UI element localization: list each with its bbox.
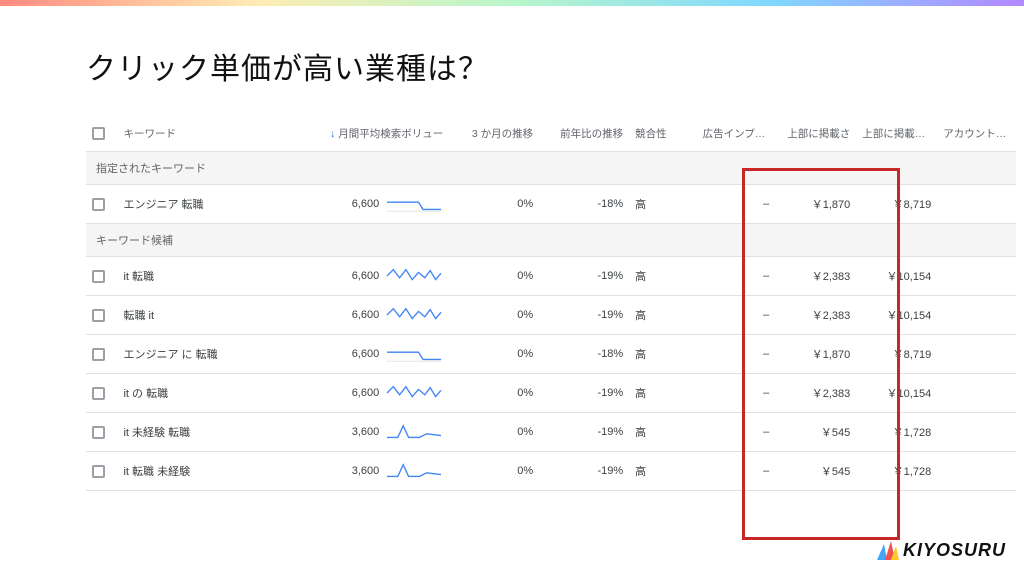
brand-text: KIYOSURU bbox=[903, 540, 1006, 560]
cell-account bbox=[937, 413, 1016, 452]
cell-yoy: -19% bbox=[539, 257, 629, 296]
row-checkbox[interactable] bbox=[92, 465, 105, 478]
table-row[interactable]: it の 転職6,6000%-19%高–￥2,383￥10,154 bbox=[86, 374, 1016, 413]
cell-competition: 高 bbox=[629, 413, 696, 452]
cell-competition: 高 bbox=[629, 374, 696, 413]
section-header-row: 指定されたキーワード bbox=[86, 152, 1016, 185]
cell-volume: 3,600 bbox=[309, 413, 450, 452]
cell-yoy: -19% bbox=[539, 374, 629, 413]
cell-bid-low: ￥545 bbox=[775, 413, 856, 452]
cell-competition: 高 bbox=[629, 296, 696, 335]
cell-ad-impr: – bbox=[697, 335, 776, 374]
cell-three-month: 0% bbox=[449, 374, 539, 413]
keyword-table-wrap: キーワード ↓ 月間平均検索ボリュー 3 か月の推移 前年比の推移 競合性 広告… bbox=[86, 116, 1016, 491]
row-checkbox[interactable] bbox=[92, 270, 105, 283]
cell-three-month: 0% bbox=[449, 185, 539, 224]
cell-account bbox=[937, 452, 1016, 491]
table-row[interactable]: it 転職 未経験3,6000%-19%高–￥545￥1,728 bbox=[86, 452, 1016, 491]
col-bid-high[interactable]: 上部に掲載され bbox=[856, 116, 937, 152]
cell-account bbox=[937, 257, 1016, 296]
row-checkbox[interactable] bbox=[92, 426, 105, 439]
col-ad-impr[interactable]: 広告インプレッ bbox=[697, 116, 776, 152]
cell-yoy: -19% bbox=[539, 296, 629, 335]
cell-volume: 3,600 bbox=[309, 452, 450, 491]
cell-yoy: -19% bbox=[539, 413, 629, 452]
col-bid-low[interactable]: 上部に掲載さ bbox=[775, 116, 856, 152]
cell-bid-low: ￥1,870 bbox=[775, 185, 856, 224]
cell-ad-impr: – bbox=[697, 257, 776, 296]
cell-keyword: it 転職 bbox=[117, 257, 308, 296]
brand-logo-icon bbox=[873, 540, 901, 562]
cell-bid-high: ￥8,719 bbox=[856, 185, 937, 224]
cell-ad-impr: – bbox=[697, 452, 776, 491]
cell-keyword: 転職 it bbox=[117, 296, 308, 335]
cell-three-month: 0% bbox=[449, 335, 539, 374]
cell-volume: 6,600 bbox=[309, 185, 450, 224]
cell-bid-high: ￥10,154 bbox=[856, 257, 937, 296]
cell-bid-high: ￥10,154 bbox=[856, 296, 937, 335]
cell-competition: 高 bbox=[629, 257, 696, 296]
col-volume[interactable]: ↓ 月間平均検索ボリュー bbox=[309, 116, 450, 152]
table-row[interactable]: エンジニア 転職6,6000%-18%高–￥1,870￥8,719 bbox=[86, 185, 1016, 224]
cell-keyword: エンジニア に 転職 bbox=[117, 335, 308, 374]
col-yoy[interactable]: 前年比の推移 bbox=[539, 116, 629, 152]
table-row[interactable]: 転職 it6,6000%-19%高–￥2,383￥10,154 bbox=[86, 296, 1016, 335]
cell-keyword: エンジニア 転職 bbox=[117, 185, 308, 224]
cell-bid-high: ￥10,154 bbox=[856, 374, 937, 413]
cell-keyword: it 転職 未経験 bbox=[117, 452, 308, 491]
cell-volume: 6,600 bbox=[309, 374, 450, 413]
brand-footer: KIYOSURU bbox=[873, 540, 1006, 562]
table-row[interactable]: エンジニア に 転職6,6000%-18%高–￥1,870￥8,719 bbox=[86, 335, 1016, 374]
section-header-row: キーワード候補 bbox=[86, 224, 1016, 257]
cell-ad-impr: – bbox=[697, 185, 776, 224]
cell-account bbox=[937, 296, 1016, 335]
cell-three-month: 0% bbox=[449, 452, 539, 491]
col-three-month[interactable]: 3 か月の推移 bbox=[449, 116, 539, 152]
col-account[interactable]: アカウントのスラ bbox=[937, 116, 1016, 152]
cell-volume: 6,600 bbox=[309, 257, 450, 296]
page-title: クリック単価が高い業種は？ bbox=[0, 6, 1024, 116]
cell-bid-low: ￥2,383 bbox=[775, 374, 856, 413]
row-checkbox[interactable] bbox=[92, 309, 105, 322]
cell-volume: 6,600 bbox=[309, 296, 450, 335]
cell-bid-low: ￥2,383 bbox=[775, 296, 856, 335]
cell-competition: 高 bbox=[629, 335, 696, 374]
row-checkbox[interactable] bbox=[92, 198, 105, 211]
col-volume-label: 月間平均検索ボリュー bbox=[338, 128, 443, 140]
cell-bid-low: ￥2,383 bbox=[775, 257, 856, 296]
cell-bid-high: ￥8,719 bbox=[856, 335, 937, 374]
cell-three-month: 0% bbox=[449, 413, 539, 452]
table-row[interactable]: it 転職6,6000%-19%高–￥2,383￥10,154 bbox=[86, 257, 1016, 296]
cell-ad-impr: – bbox=[697, 296, 776, 335]
cell-three-month: 0% bbox=[449, 296, 539, 335]
cell-ad-impr: – bbox=[697, 413, 776, 452]
cell-bid-low: ￥1,870 bbox=[775, 335, 856, 374]
select-all-checkbox[interactable] bbox=[92, 127, 105, 140]
cell-bid-high: ￥1,728 bbox=[856, 413, 937, 452]
cell-keyword: it 未経験 転職 bbox=[117, 413, 308, 452]
cell-account bbox=[937, 335, 1016, 374]
sort-arrow-icon: ↓ bbox=[330, 128, 335, 140]
cell-keyword: it の 転職 bbox=[117, 374, 308, 413]
cell-yoy: -19% bbox=[539, 452, 629, 491]
row-checkbox[interactable] bbox=[92, 387, 105, 400]
cell-account bbox=[937, 185, 1016, 224]
cell-yoy: -18% bbox=[539, 335, 629, 374]
table-header-row: キーワード ↓ 月間平均検索ボリュー 3 か月の推移 前年比の推移 競合性 広告… bbox=[86, 116, 1016, 152]
col-competition[interactable]: 競合性 bbox=[629, 116, 696, 152]
cell-competition: 高 bbox=[629, 452, 696, 491]
cell-volume: 6,600 bbox=[309, 335, 450, 374]
row-checkbox[interactable] bbox=[92, 348, 105, 361]
cell-yoy: -18% bbox=[539, 185, 629, 224]
keyword-table: キーワード ↓ 月間平均検索ボリュー 3 か月の推移 前年比の推移 競合性 広告… bbox=[86, 116, 1016, 491]
cell-bid-low: ￥545 bbox=[775, 452, 856, 491]
cell-account bbox=[937, 374, 1016, 413]
cell-bid-high: ￥1,728 bbox=[856, 452, 937, 491]
cell-three-month: 0% bbox=[449, 257, 539, 296]
cell-competition: 高 bbox=[629, 185, 696, 224]
cell-ad-impr: – bbox=[697, 374, 776, 413]
table-row[interactable]: it 未経験 転職3,6000%-19%高–￥545￥1,728 bbox=[86, 413, 1016, 452]
col-keyword[interactable]: キーワード bbox=[117, 116, 308, 152]
